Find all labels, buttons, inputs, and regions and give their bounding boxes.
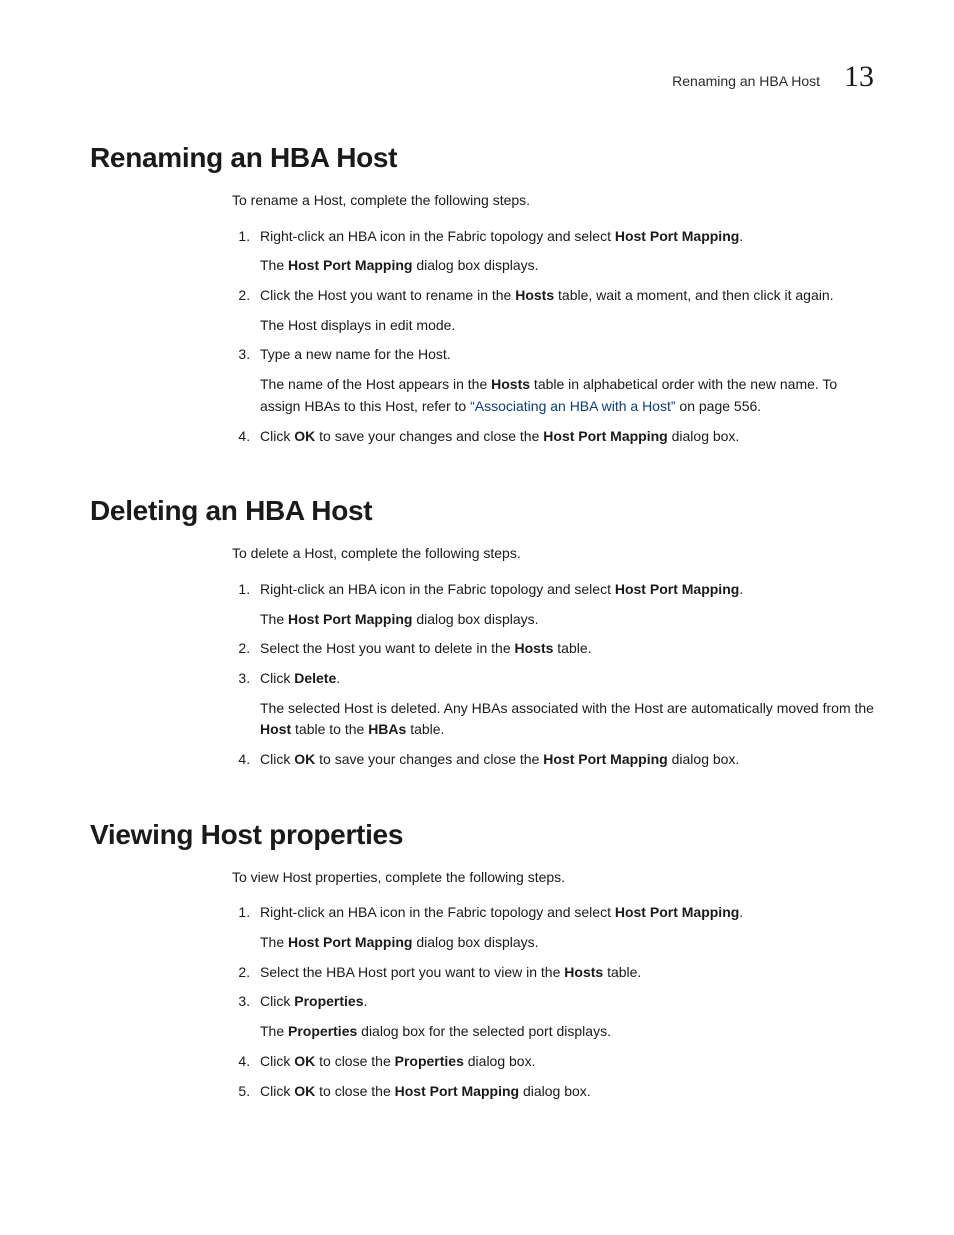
bold-term: OK: [294, 1053, 315, 1069]
bold-term: Host Port Mapping: [288, 611, 412, 627]
section-heading: Viewing Host properties: [90, 819, 874, 851]
running-header: Renaming an HBA Host 13: [90, 60, 874, 94]
bold-term: Host Port Mapping: [543, 428, 667, 444]
step-main-text: Right-click an HBA icon in the Fabric to…: [260, 226, 874, 248]
bold-term: Host Port Mapping: [288, 257, 412, 273]
step-main-text: Click OK to close the Properties dialog …: [260, 1051, 874, 1073]
bold-term: Host Port Mapping: [615, 581, 739, 597]
page: Renaming an HBA Host 13 Renaming an HBA …: [0, 0, 954, 1235]
section-intro: To view Host properties, complete the fo…: [232, 867, 874, 889]
step-item: Right-click an HBA icon in the Fabric to…: [254, 902, 874, 953]
chapter-number: 13: [844, 60, 874, 94]
section-intro: To rename a Host, complete the following…: [232, 190, 874, 212]
bold-term: Host: [260, 721, 291, 737]
bold-term: Hosts: [515, 287, 554, 303]
step-item: Click OK to save your changes and close …: [254, 426, 874, 448]
step-main-text: Right-click an HBA icon in the Fabric to…: [260, 579, 874, 601]
step-main-text: Click OK to close the Host Port Mapping …: [260, 1081, 874, 1103]
step-main-text: Click Properties.: [260, 991, 874, 1013]
section-body: To delete a Host, complete the following…: [232, 543, 874, 771]
step-item: Click Delete. The selected Host is delete…: [254, 668, 874, 741]
bold-term: Host Port Mapping: [615, 904, 739, 920]
bold-term: OK: [294, 428, 315, 444]
step-sub-text: The selected Host is deleted. Any HBAs a…: [260, 698, 874, 741]
step-main-text: Click Delete.: [260, 668, 874, 690]
step-sub-text: The Host Port Mapping dialog box display…: [260, 255, 874, 277]
step-main-text: Click the Host you want to rename in the…: [260, 285, 874, 307]
step-main-text: Click OK to save your changes and close …: [260, 749, 874, 771]
bold-term: HBAs: [368, 721, 406, 737]
section-heading: Deleting an HBA Host: [90, 495, 874, 527]
step-item: Click the Host you want to rename in the…: [254, 285, 874, 336]
step-item: Click OK to save your changes and close …: [254, 749, 874, 771]
section-intro: To delete a Host, complete the following…: [232, 543, 874, 565]
bold-term: Hosts: [491, 376, 530, 392]
section-body: To view Host properties, complete the fo…: [232, 867, 874, 1103]
step-main-text: Right-click an HBA icon in the Fabric to…: [260, 902, 874, 924]
step-item: Click OK to close the Host Port Mapping …: [254, 1081, 874, 1103]
bold-term: Host Port Mapping: [543, 751, 667, 767]
section-body: To rename a Host, complete the following…: [232, 190, 874, 447]
step-list: Right-click an HBA icon in the Fabric to…: [232, 902, 874, 1102]
bold-term: Host Port Mapping: [395, 1083, 519, 1099]
running-title: Renaming an HBA Host: [672, 73, 820, 89]
bold-term: Properties: [294, 993, 363, 1009]
section-heading: Renaming an HBA Host: [90, 142, 874, 174]
step-sub-text: The Host displays in edit mode.: [260, 315, 874, 337]
step-main-text: Type a new name for the Host.: [260, 344, 874, 366]
step-list: Right-click an HBA icon in the Fabric to…: [232, 226, 874, 448]
step-sub-text: The Host Port Mapping dialog box display…: [260, 932, 874, 954]
bold-term: OK: [294, 751, 315, 767]
step-main-text: Select the HBA Host port you want to vie…: [260, 962, 874, 984]
bold-term: Properties: [288, 1023, 357, 1039]
step-list: Right-click an HBA icon in the Fabric to…: [232, 579, 874, 771]
bold-term: Hosts: [515, 640, 554, 656]
step-item: Click Properties. The Properties dialog b…: [254, 991, 874, 1042]
step-item: Click OK to close the Properties dialog …: [254, 1051, 874, 1073]
step-item: Select the HBA Host port you want to vie…: [254, 962, 874, 984]
step-sub-text: The Host Port Mapping dialog box display…: [260, 609, 874, 631]
step-item: Right-click an HBA icon in the Fabric to…: [254, 226, 874, 277]
step-main-text: Click OK to save your changes and close …: [260, 426, 874, 448]
bold-term: Delete: [294, 670, 336, 686]
step-item: Select the Host you want to delete in th…: [254, 638, 874, 660]
bold-term: Properties: [395, 1053, 464, 1069]
step-item: Right-click an HBA icon in the Fabric to…: [254, 579, 874, 630]
step-main-text: Select the Host you want to delete in th…: [260, 638, 874, 660]
step-item: Type a new name for the Host. The name of…: [254, 344, 874, 417]
bold-term: Host Port Mapping: [288, 934, 412, 950]
bold-term: Hosts: [564, 964, 603, 980]
bold-term: Host Port Mapping: [615, 228, 739, 244]
cross-reference-link[interactable]: “Associating an HBA with a Host”: [470, 398, 675, 414]
step-sub-text: The Properties dialog box for the select…: [260, 1021, 874, 1043]
step-sub-text: The name of the Host appears in the Host…: [260, 374, 874, 417]
bold-term: OK: [294, 1083, 315, 1099]
